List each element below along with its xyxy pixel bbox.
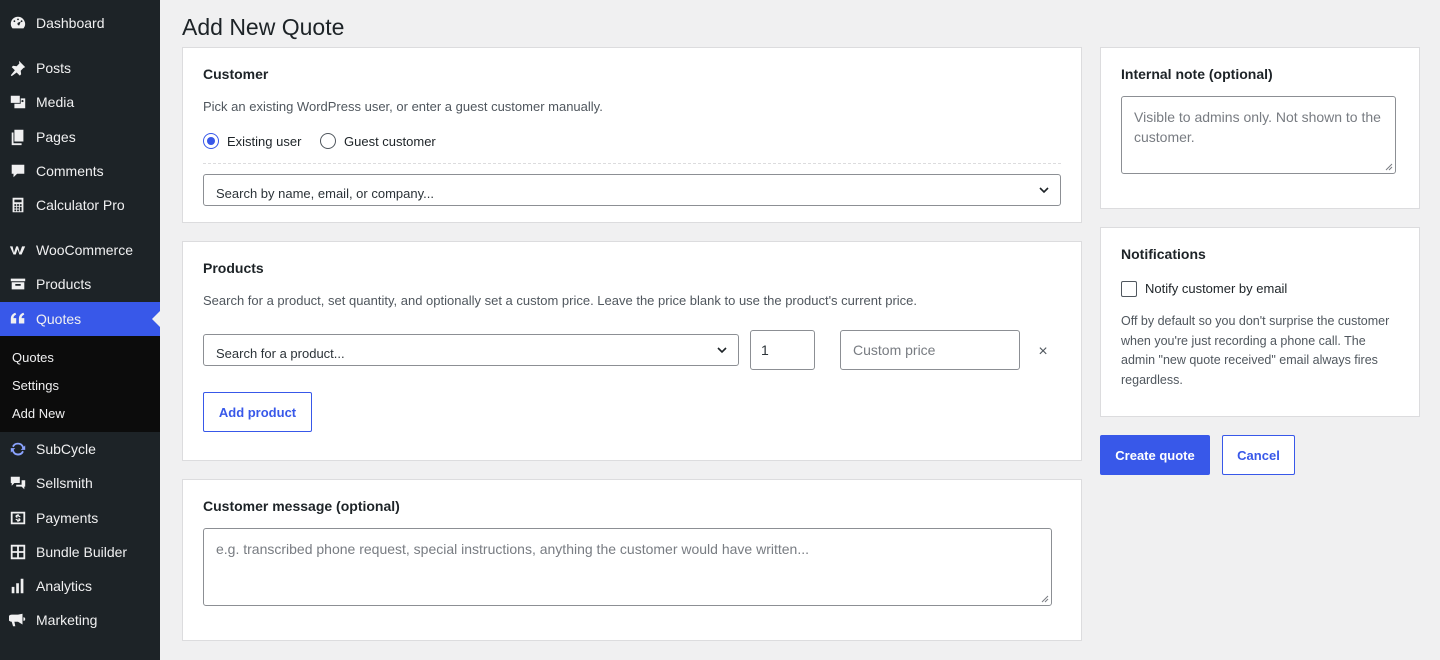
comment-icon xyxy=(8,161,28,181)
create-quote-button[interactable]: Create quote xyxy=(1100,435,1210,475)
custom-price-input[interactable]: Custom price xyxy=(840,330,1020,370)
radio-unchecked-icon xyxy=(320,133,336,149)
sidebar-item-products[interactable]: Products xyxy=(0,267,160,301)
chat-icon xyxy=(8,473,28,493)
calculator-icon xyxy=(8,195,28,215)
internal-note-title: Internal note (optional) xyxy=(1121,66,1273,82)
customer-message-textarea[interactable]: e.g. transcribed phone request, special … xyxy=(203,528,1052,606)
sidebar-item-label: Quotes xyxy=(36,311,82,327)
products-help-text: Search for a product, set quantity, and … xyxy=(203,293,918,308)
sidebar-item-woocommerce[interactable]: WooCommerce xyxy=(0,233,160,267)
submenu-item-quotes[interactable]: Quotes xyxy=(0,344,160,372)
sidebar-item-calculator-pro[interactable]: Calculator Pro xyxy=(0,188,160,222)
sidebar-item-label: Comments xyxy=(36,163,104,179)
chevron-down-icon xyxy=(1039,187,1049,194)
radio-guest-customer[interactable]: Guest customer xyxy=(320,133,436,149)
products-title: Products xyxy=(203,260,264,276)
woo-icon xyxy=(8,240,28,260)
admin-sidebar: Dashboard Posts Media Pages Comments Cal… xyxy=(0,0,160,660)
sidebar-item-pages[interactable]: Pages xyxy=(0,120,160,154)
product-search-placeholder: Search for a product... xyxy=(216,345,345,361)
pin-icon xyxy=(8,58,28,78)
remove-product-icon[interactable]: × xyxy=(1035,343,1051,360)
notifications-card: Notifications Notify customer by email O… xyxy=(1100,227,1420,417)
sidebar-item-media[interactable]: Media xyxy=(0,85,160,119)
quantity-input[interactable]: 1 xyxy=(750,330,815,370)
sidebar-item-subcycle[interactable]: SubCycle xyxy=(0,432,160,466)
resize-grip-icon[interactable] xyxy=(1041,595,1049,603)
sidebar-item-label: Products xyxy=(36,276,92,292)
grid-icon xyxy=(8,542,28,562)
customer-divider xyxy=(203,163,1061,164)
internal-note-textarea[interactable]: Visible to admins only. Not shown to the… xyxy=(1121,96,1396,174)
customer-message-title: Customer message (optional) xyxy=(203,498,400,514)
chart-icon xyxy=(8,576,28,596)
products-card: Products Search for a product, set quant… xyxy=(182,241,1082,461)
sidebar-item-analytics[interactable]: Analytics xyxy=(0,569,160,603)
sidebar-item-label: Marketing xyxy=(36,612,98,628)
submenu-item-settings[interactable]: Settings xyxy=(0,372,160,400)
add-product-button[interactable]: Add product xyxy=(203,392,312,432)
pages-icon xyxy=(8,127,28,147)
notify-email-label[interactable]: Notify customer by email xyxy=(1145,281,1287,296)
sidebar-item-label: Dashboard xyxy=(36,15,105,31)
sidebar-item-label: Bundle Builder xyxy=(36,544,128,560)
sidebar-item-label: Posts xyxy=(36,60,72,76)
media-icon xyxy=(8,92,28,112)
cancel-button[interactable]: Cancel xyxy=(1222,435,1295,475)
dashboard-icon xyxy=(8,13,28,33)
sidebar-item-label: Analytics xyxy=(36,578,93,594)
customer-search-placeholder: Search by name, email, or company... xyxy=(216,185,434,201)
sidebar-item-label: Sellsmith xyxy=(36,475,93,491)
product-search-select[interactable]: Search for a product... xyxy=(203,334,739,366)
radio-existing-user[interactable]: Existing user xyxy=(203,133,301,149)
chevron-down-icon xyxy=(717,347,727,354)
sidebar-item-comments[interactable]: Comments xyxy=(0,154,160,188)
sidebar-item-quotes[interactable]: Quotes xyxy=(0,302,160,336)
sidebar-item-label: SubCycle xyxy=(36,441,96,457)
sidebar-item-label: Media xyxy=(36,94,75,110)
sidebar-item-dashboard[interactable]: Dashboard xyxy=(0,6,160,40)
archive-icon xyxy=(8,274,28,294)
internal-note-placeholder: Visible to admins only. Not shown to the… xyxy=(1134,109,1381,145)
quote-icon xyxy=(8,309,28,329)
sidebar-item-label: Payments xyxy=(36,510,99,526)
notifications-help-text: Off by default so you don't surprise the… xyxy=(1121,314,1390,387)
sidebar-item-label: WooCommerce xyxy=(36,242,133,258)
submenu-item-add-new[interactable]: Add New xyxy=(0,400,160,428)
sidebar-item-payments[interactable]: Payments xyxy=(0,501,160,535)
notify-email-checkbox[interactable] xyxy=(1121,281,1137,297)
sidebar-item-marketing[interactable]: Marketing xyxy=(0,603,160,637)
sidebar-item-posts[interactable]: Posts xyxy=(0,51,160,85)
sidebar-item-sellsmith[interactable]: Sellsmith xyxy=(0,466,160,500)
customer-message-card: Customer message (optional) e.g. transcr… xyxy=(182,479,1082,641)
customer-message-placeholder: e.g. transcribed phone request, special … xyxy=(216,541,809,557)
sidebar-item-bundle-builder[interactable]: Bundle Builder xyxy=(0,535,160,569)
sidebar-item-label: Pages xyxy=(36,129,76,145)
internal-note-card: Internal note (optional) Visible to admi… xyxy=(1100,47,1420,209)
payments-icon xyxy=(8,508,28,528)
radio-existing-label: Existing user xyxy=(227,133,302,149)
page-title: Add New Quote xyxy=(182,14,345,40)
quotes-submenu: Quotes Settings Add New xyxy=(0,336,160,432)
notifications-title: Notifications xyxy=(1121,246,1206,262)
megaphone-icon xyxy=(8,610,28,630)
customer-help-text: Pick an existing WordPress user, or ente… xyxy=(203,99,603,114)
customer-card: Customer Pick an existing WordPress user… xyxy=(182,47,1082,223)
radio-guest-label: Guest customer xyxy=(344,133,436,149)
sidebar-item-label: Calculator Pro xyxy=(36,197,125,213)
customer-search-select[interactable]: Search by name, email, or company... xyxy=(203,174,1061,206)
customer-title: Customer xyxy=(203,66,269,82)
cycle-icon xyxy=(8,439,28,459)
radio-checked-icon xyxy=(203,133,219,149)
resize-grip-icon[interactable] xyxy=(1385,163,1393,171)
